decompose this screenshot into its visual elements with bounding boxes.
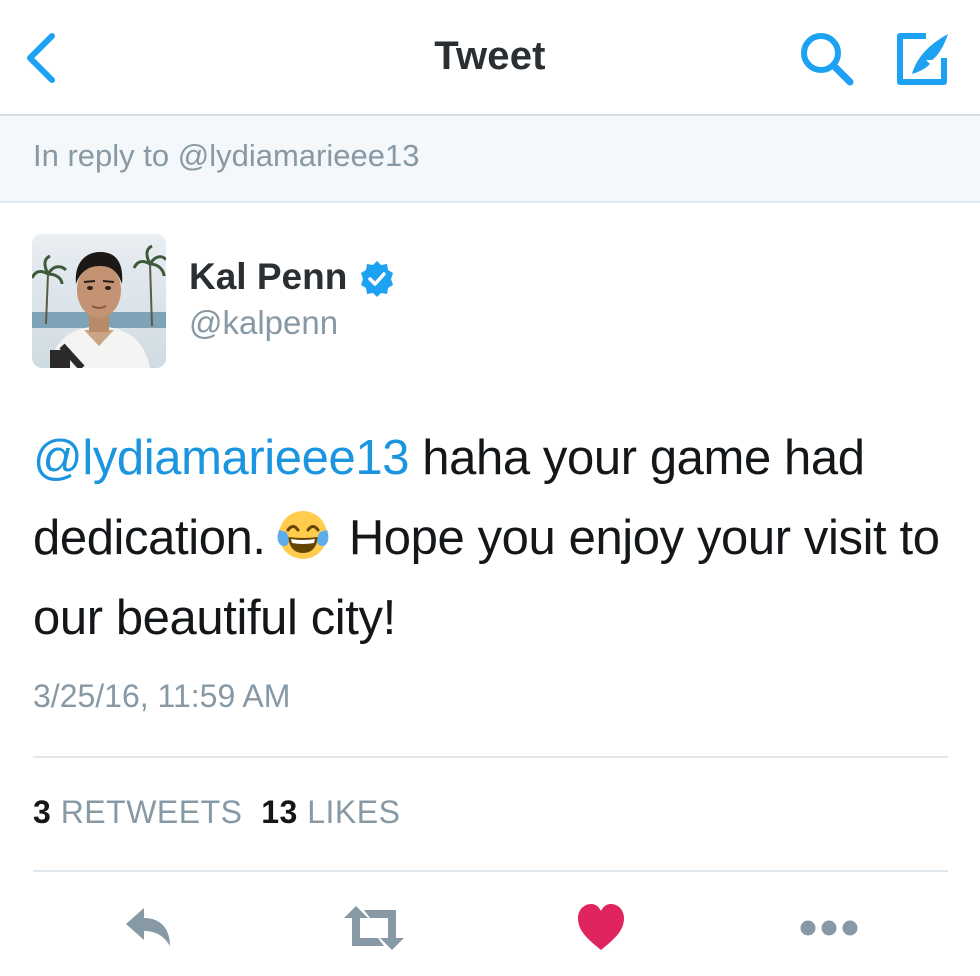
like-button[interactable]	[576, 900, 626, 956]
reply-icon	[126, 908, 170, 946]
likes-stat-link[interactable]: 13 LIKES	[261, 794, 400, 830]
compose-tweet-icon	[897, 33, 948, 85]
reply-context-bar: In reply to @lydiamarieee13	[0, 116, 980, 203]
tweet-timestamp: 3/25/16, 11:59 AM	[33, 678, 291, 714]
more-options-button[interactable]	[798, 900, 860, 956]
reply-prefix: In reply to	[33, 138, 178, 173]
reply-context-link[interactable]: In reply to @lydiamarieee13	[33, 138, 419, 174]
verified-badge-icon	[358, 260, 396, 298]
divider	[33, 870, 948, 872]
tweet-text: @lydiamarieee13 haha your game had dedic…	[33, 418, 963, 658]
navigation-bar: Tweet	[0, 0, 980, 116]
avatar[interactable]	[32, 234, 166, 368]
tweet-mention-link[interactable]: @lydiamarieee13	[33, 431, 409, 485]
tweet-stats: 3 RETWEETS 13 LIKES	[33, 794, 400, 831]
author-name[interactable]: Kal Penn	[189, 256, 347, 298]
tears-of-joy-emoji-icon	[276, 506, 330, 560]
search-button[interactable]	[796, 28, 858, 90]
author-handle[interactable]: @kalpenn	[189, 304, 338, 342]
likes-label: LIKES	[307, 794, 401, 830]
retweet-icon	[344, 906, 404, 950]
retweet-button[interactable]	[342, 900, 406, 956]
more-icon	[800, 920, 858, 936]
reply-button[interactable]	[120, 900, 176, 956]
search-icon	[801, 33, 854, 86]
compose-tweet-button[interactable]	[892, 28, 954, 90]
like-heart-icon	[578, 904, 624, 950]
retweets-count: 3	[33, 794, 52, 830]
reply-handle: @lydiamarieee13	[177, 138, 420, 173]
avatar-image	[32, 234, 166, 368]
retweets-stat-link[interactable]: 3 RETWEETS	[33, 794, 242, 830]
divider	[33, 756, 948, 758]
retweets-label: RETWEETS	[60, 794, 243, 830]
likes-count: 13	[261, 794, 298, 830]
